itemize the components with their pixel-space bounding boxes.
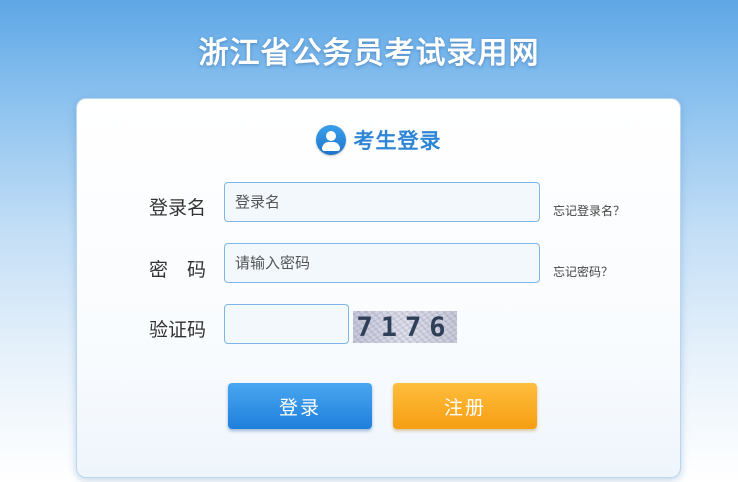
forgot-username-link[interactable]: 忘记登录名？ xyxy=(553,202,625,219)
card-header: 考生登录 xyxy=(77,125,680,155)
forgot-password-link[interactable]: 忘记密码？ xyxy=(553,263,613,280)
site-title: 浙江省公务员考试录用网 xyxy=(198,36,540,71)
username-input[interactable] xyxy=(224,182,540,222)
login-title: 考生登录 xyxy=(353,129,442,153)
login-button[interactable]: 登录 xyxy=(228,383,372,429)
password-label: 密 码 xyxy=(149,259,207,281)
password-input[interactable] xyxy=(224,243,540,283)
captcha-input[interactable] xyxy=(224,304,349,344)
captcha-image[interactable]: 7176 xyxy=(353,311,457,343)
login-card: 考生登录 登录名 忘记登录名？ 密 码 忘记密码？ 验证码 7176 登录 注册 xyxy=(76,98,681,478)
username-label: 登录名 xyxy=(149,197,207,219)
captcha-label: 验证码 xyxy=(149,319,207,341)
user-avatar-icon xyxy=(315,125,346,155)
register-button[interactable]: 注册 xyxy=(393,383,537,429)
